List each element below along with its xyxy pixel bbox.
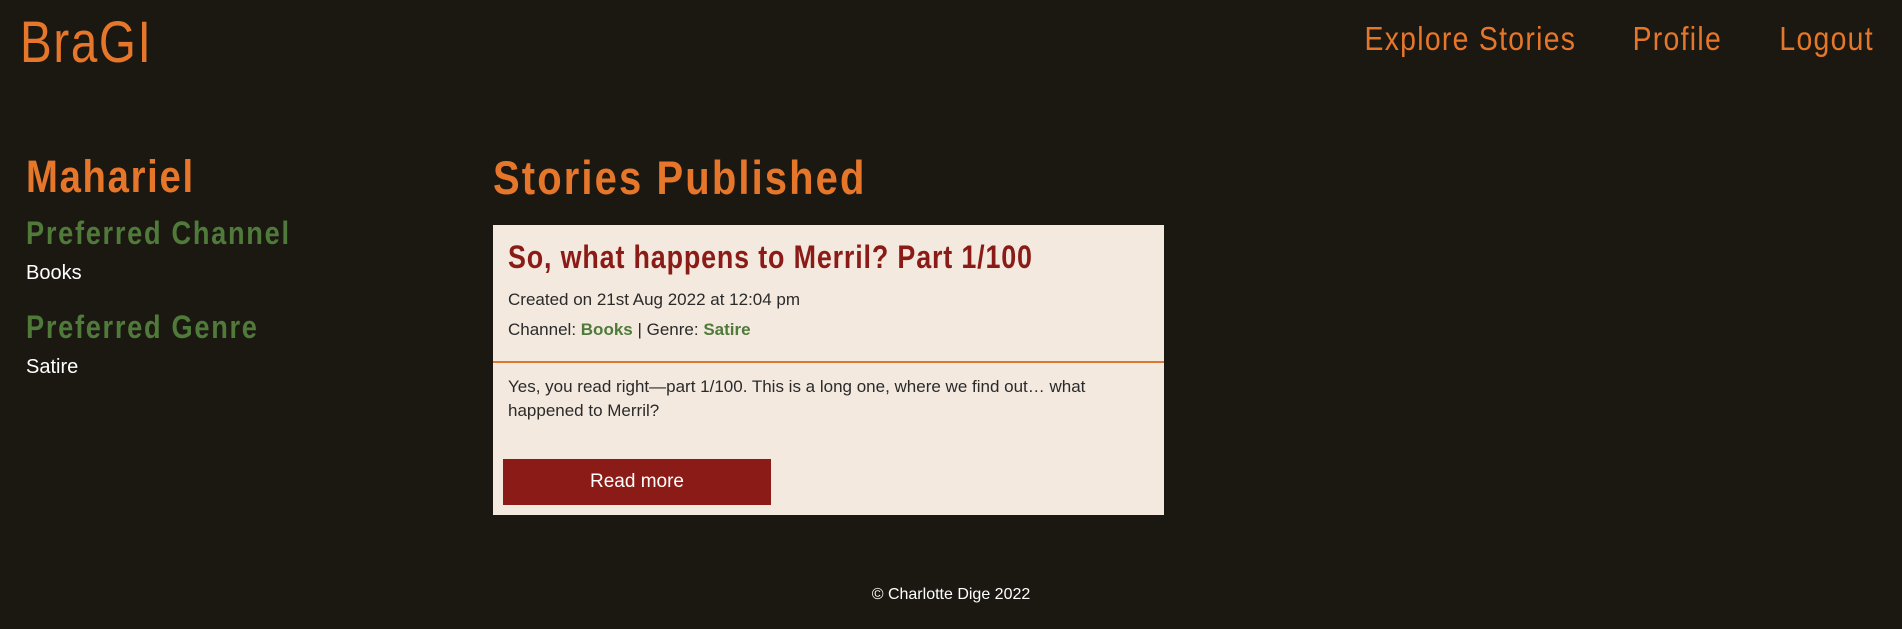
- genre-label: | Genre:: [632, 320, 704, 340]
- read-more-button[interactable]: Read more: [503, 459, 771, 506]
- preferred-channel-heading: Preferred Channel: [26, 215, 291, 251]
- nav-logout[interactable]: Logout: [1779, 22, 1874, 55]
- site-footer: © Charlotte Dige 2022: [871, 586, 1031, 603]
- channel-label: Channel:: [508, 320, 581, 340]
- main-nav: Explore Stories Profile Logout: [1330, 22, 1874, 55]
- story-excerpt: Yes, you read right—part 1/100. This is …: [508, 377, 1086, 421]
- story-card-header: So, what happens to Merril? Part 1/100 C…: [493, 225, 1164, 364]
- main-content: Stories Published So, what happens to Me…: [493, 151, 1164, 516]
- story-title: So, what happens to Merril? Part 1/100: [508, 239, 1033, 275]
- preferred-genre-heading: Preferred Genre: [26, 309, 259, 345]
- genre-tag: Satire: [703, 320, 751, 340]
- site-logo[interactable]: BraGI: [20, 14, 152, 72]
- story-card-footer: Read more: [493, 459, 1164, 515]
- channel-tag: Books: [580, 320, 633, 340]
- profile-sidebar: Mahariel Preferred Channel Books Preferr…: [26, 154, 386, 405]
- story-created-date: Created on 21st Aug 2022 at 12:04 pm: [508, 290, 801, 309]
- nav-explore-stories[interactable]: Explore Stories: [1364, 22, 1576, 55]
- preferred-channel-value: Books: [26, 262, 82, 284]
- stories-published-heading: Stories Published: [493, 151, 867, 204]
- story-channel-genre: Channel: Books | Genre: Satire: [508, 319, 1149, 341]
- story-card: So, what happens to Merril? Part 1/100 C…: [493, 225, 1164, 516]
- nav-profile[interactable]: Profile: [1633, 22, 1722, 55]
- preferred-genre-value: Satire: [26, 356, 79, 378]
- profile-name: Mahariel: [26, 151, 195, 202]
